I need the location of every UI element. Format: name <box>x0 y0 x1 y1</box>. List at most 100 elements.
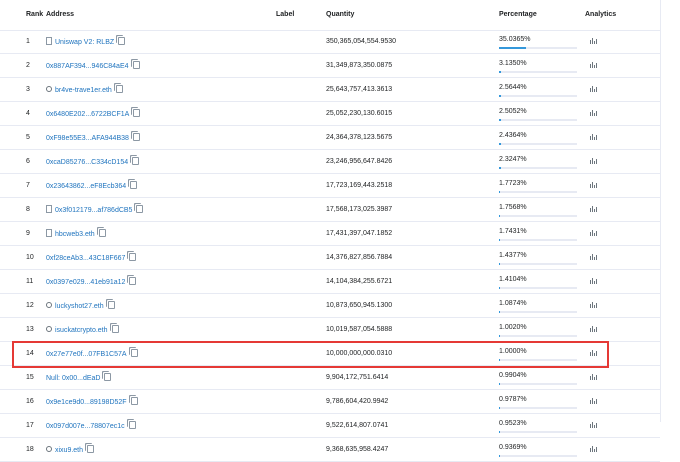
address-cell: 0x097d007e...78807ec1c <box>46 421 136 431</box>
quantity-cell: 9,904,172,751.6414 <box>326 374 389 381</box>
table-row: 14 0x27e77e0f...07FB1C57A 10,000,000,000.0… <box>0 342 660 366</box>
percentage-value: 0.9523% <box>499 420 527 427</box>
analytics-button[interactable] <box>590 62 598 71</box>
analytics-button[interactable] <box>590 398 598 407</box>
analytics-button[interactable] <box>590 86 598 95</box>
quantity-cell: 17,431,397,047.1852 <box>326 230 393 237</box>
quantity-cell: 31,349,873,350.0875 <box>326 62 393 69</box>
copy-icon[interactable] <box>107 301 115 309</box>
percentage-bar-fill <box>499 431 500 433</box>
copy-icon[interactable] <box>133 109 141 117</box>
analytics-button[interactable] <box>590 350 598 359</box>
copy-icon[interactable] <box>118 37 126 45</box>
analytics-button[interactable] <box>590 422 598 431</box>
table-row: 13 isuckatcrypto.eth 10,019,587,054.5888 1.… <box>0 318 660 342</box>
copy-icon[interactable] <box>136 205 144 213</box>
address-link[interactable]: Uniswap V2: RLBZ <box>55 39 114 46</box>
table-row: 3 br4ve-trave1er.eth 25,643,757,413.3613 2.… <box>0 78 660 102</box>
address-link[interactable]: 0x9e1ce9d0...89198D52F <box>46 399 127 406</box>
copy-icon[interactable] <box>129 253 137 261</box>
rank-cell: 3 <box>26 86 30 93</box>
percentage-bar-fill <box>499 311 500 313</box>
analytics-button[interactable] <box>590 182 598 191</box>
percentage-bar <box>499 71 577 73</box>
col-quantity: Quantity <box>326 11 355 18</box>
address-link[interactable]: Null: 0x00...dEaD <box>46 375 100 382</box>
address-link[interactable]: 0x097d007e...78807ec1c <box>46 423 125 430</box>
address-link[interactable]: 0xcaD85276...C334cD154 <box>46 159 128 166</box>
copy-icon[interactable] <box>87 445 95 453</box>
percentage-value: 1.7723% <box>499 180 527 187</box>
copy-icon[interactable] <box>111 325 119 333</box>
table-row: 12 luckyshot27.eth 10,873,650,945.1300 1.08… <box>0 294 660 318</box>
quantity-cell: 9,786,604,420.9942 <box>326 398 389 405</box>
copy-icon[interactable] <box>129 277 137 285</box>
table-row: 11 0x0397e029...41eb91a12 14,104,384,255.6… <box>0 270 660 294</box>
copy-icon[interactable] <box>132 157 140 165</box>
percentage-value: 2.3247% <box>499 156 527 163</box>
copy-icon[interactable] <box>130 397 138 405</box>
quantity-cell: 10,000,000,000.0310 <box>326 350 393 357</box>
analytics-button[interactable] <box>590 38 598 47</box>
percentage-bar-fill <box>499 383 500 385</box>
analytics-button[interactable] <box>590 158 598 167</box>
address-link[interactable]: xixu9.eth <box>55 447 83 454</box>
percentage-bar-fill <box>499 455 500 457</box>
percentage-cell: 0.9369% <box>499 443 577 458</box>
address-link[interactable]: 0x3f012179...af786dCB5 <box>55 207 132 214</box>
address-link[interactable]: 0x27e77e0f...07FB1C57A <box>46 351 127 358</box>
analytics-button[interactable] <box>590 326 598 335</box>
percentage-bar-fill <box>499 119 501 121</box>
analytics-button[interactable] <box>590 278 598 287</box>
contract-icon <box>46 205 52 213</box>
analytics-button[interactable] <box>590 374 598 383</box>
rank-cell: 11 <box>26 278 34 285</box>
address-link[interactable]: 0x6480E202...6722BCF1A <box>46 111 129 118</box>
copy-icon[interactable] <box>132 61 140 69</box>
copy-icon[interactable] <box>128 421 136 429</box>
address-link[interactable]: luckyshot27.eth <box>55 303 104 310</box>
analytics-button[interactable] <box>590 254 598 263</box>
table-row: 9 hbcweb3.eth 17,431,397,047.1852 1.7431% <box>0 222 660 246</box>
analytics-button[interactable] <box>590 302 598 311</box>
analytics-button[interactable] <box>590 230 598 239</box>
address-link[interactable]: br4ve-trave1er.eth <box>55 87 112 94</box>
address-link[interactable]: 0x23643862...eF8Ecb364 <box>46 183 126 190</box>
percentage-bar <box>499 191 577 193</box>
copy-icon[interactable] <box>130 181 138 189</box>
bar-chart-icon <box>590 206 598 212</box>
percentage-value: 0.9904% <box>499 372 527 379</box>
analytics-button[interactable] <box>590 206 598 215</box>
col-percentage: Percentage <box>499 11 537 18</box>
percentage-bar <box>499 359 577 361</box>
address-cell: hbcweb3.eth <box>46 229 106 239</box>
percentage-value: 1.4104% <box>499 276 527 283</box>
percentage-bar <box>499 95 577 97</box>
copy-icon[interactable] <box>132 133 140 141</box>
address-link[interactable]: isuckatcrypto.eth <box>55 327 108 334</box>
quantity-cell: 10,873,650,945.1300 <box>326 302 393 309</box>
address-cell: 0x9e1ce9d0...89198D52F <box>46 397 138 407</box>
table-row: 10 0xf28ceAb3...43C18F667 14,376,827,856.7… <box>0 246 660 270</box>
bar-chart-icon <box>590 422 598 428</box>
rank-cell: 2 <box>26 62 30 69</box>
col-label: Label <box>276 11 295 18</box>
analytics-button[interactable] <box>590 134 598 143</box>
copy-icon[interactable] <box>104 373 112 381</box>
address-link[interactable]: 0x0397e029...41eb91a12 <box>46 279 125 286</box>
bar-chart-icon <box>590 326 598 332</box>
address-link[interactable]: 0xf28ceAb3...43C18F667 <box>46 255 125 262</box>
percentage-value: 2.4364% <box>499 132 527 139</box>
copy-icon[interactable] <box>98 229 106 237</box>
table-row: 7 0x23643862...eF8Ecb364 17,723,169,443.25… <box>0 174 660 198</box>
address-link[interactable]: 0x887AF394...946C84aE4 <box>46 63 129 70</box>
address-link[interactable]: 0xF98e55E3...AFA944B38 <box>46 135 129 142</box>
percentage-bar <box>499 335 577 337</box>
percentage-cell: 1.0000% <box>499 347 577 362</box>
analytics-button[interactable] <box>590 446 598 455</box>
analytics-button[interactable] <box>590 110 598 119</box>
address-link[interactable]: hbcweb3.eth <box>55 231 95 238</box>
percentage-cell: 1.4104% <box>499 275 577 290</box>
copy-icon[interactable] <box>115 85 123 93</box>
copy-icon[interactable] <box>130 349 138 357</box>
